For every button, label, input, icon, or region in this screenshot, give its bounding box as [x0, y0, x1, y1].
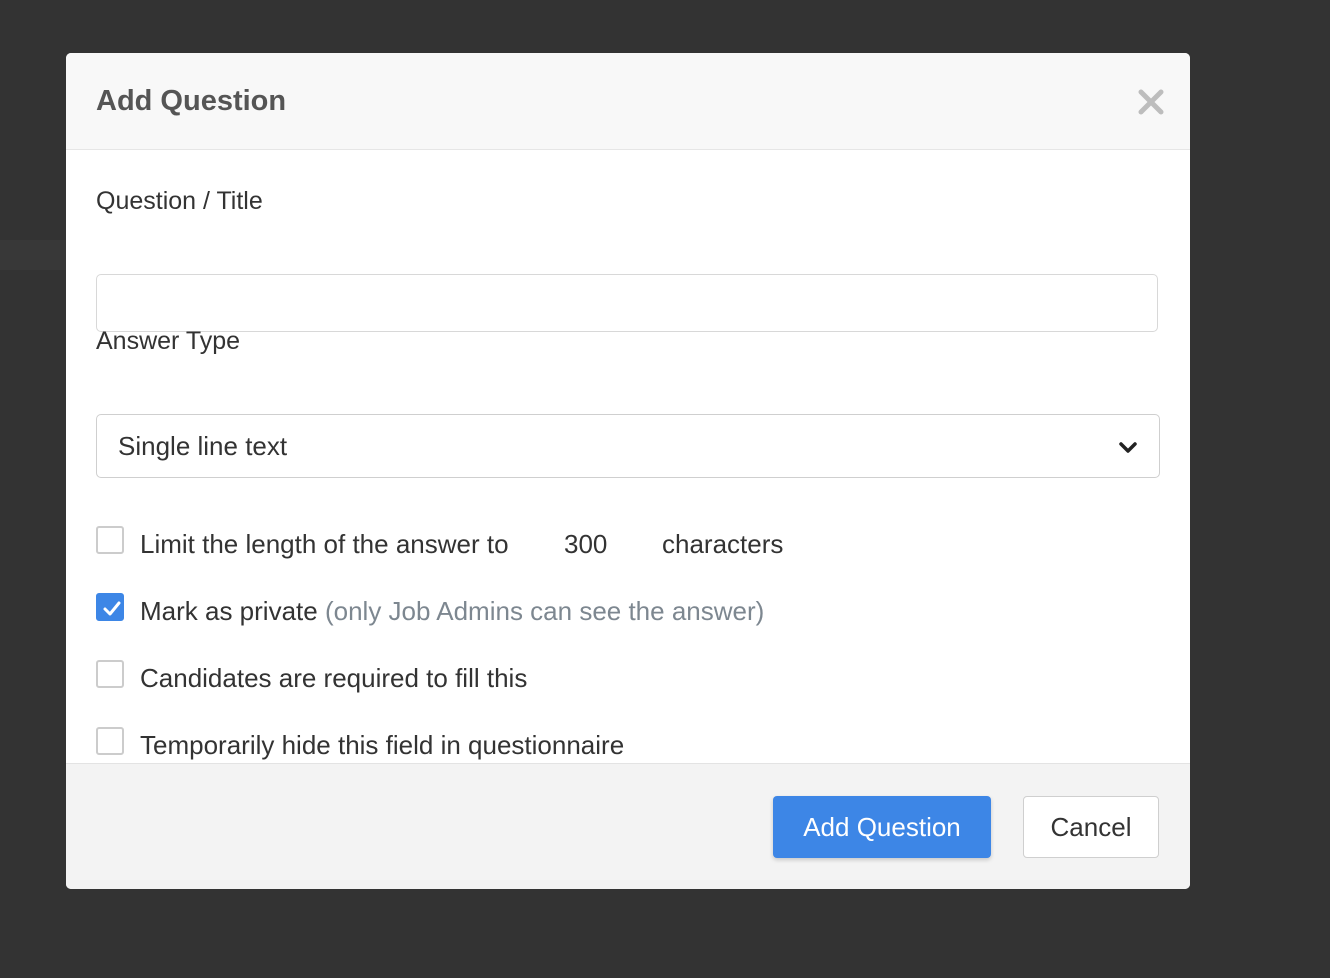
- hide-field-checkbox[interactable]: [96, 727, 124, 755]
- close-icon: [1138, 89, 1164, 115]
- limit-length-value[interactable]: 300: [564, 529, 644, 559]
- question-title-label: Question / Title: [96, 187, 263, 215]
- checkmark-icon: [103, 601, 121, 616]
- required-label: Candidates are required to fill this: [140, 663, 528, 693]
- private-label-wrapper: Mark as private (only Job Admins can see…: [140, 596, 764, 626]
- modal-title: Add Question: [96, 85, 287, 117]
- private-hint: (only Job Admins can see the answer): [324, 596, 765, 626]
- add-question-button[interactable]: Add Question: [773, 796, 991, 858]
- question-title-input[interactable]: [96, 274, 1158, 332]
- modal-body: Question / Title Answer Type Single line…: [66, 150, 1190, 763]
- private-checkbox[interactable]: [96, 593, 124, 621]
- close-button[interactable]: [1136, 85, 1168, 121]
- limit-length-checkbox[interactable]: [96, 526, 124, 554]
- private-label: Mark as private: [140, 596, 318, 626]
- add-question-modal: Add Question Question / Title Answer Typ…: [66, 53, 1190, 889]
- required-checkbox[interactable]: [96, 660, 124, 688]
- modal-header: Add Question: [66, 53, 1190, 150]
- answer-type-selected-value: Single line text: [118, 431, 288, 461]
- cancel-button[interactable]: Cancel: [1023, 796, 1159, 858]
- answer-type-select[interactable]: Single line text: [96, 414, 1160, 478]
- limit-length-suffix: characters: [662, 529, 784, 559]
- hide-field-label: Temporarily hide this field in questionn…: [140, 730, 625, 760]
- answer-type-label: Answer Type: [96, 327, 241, 355]
- modal-footer: Add Question Cancel: [66, 763, 1190, 889]
- limit-length-label: Limit the length of the answer to: [140, 529, 509, 559]
- background-page-fragment: [0, 240, 70, 270]
- chevron-down-icon: [1119, 442, 1137, 453]
